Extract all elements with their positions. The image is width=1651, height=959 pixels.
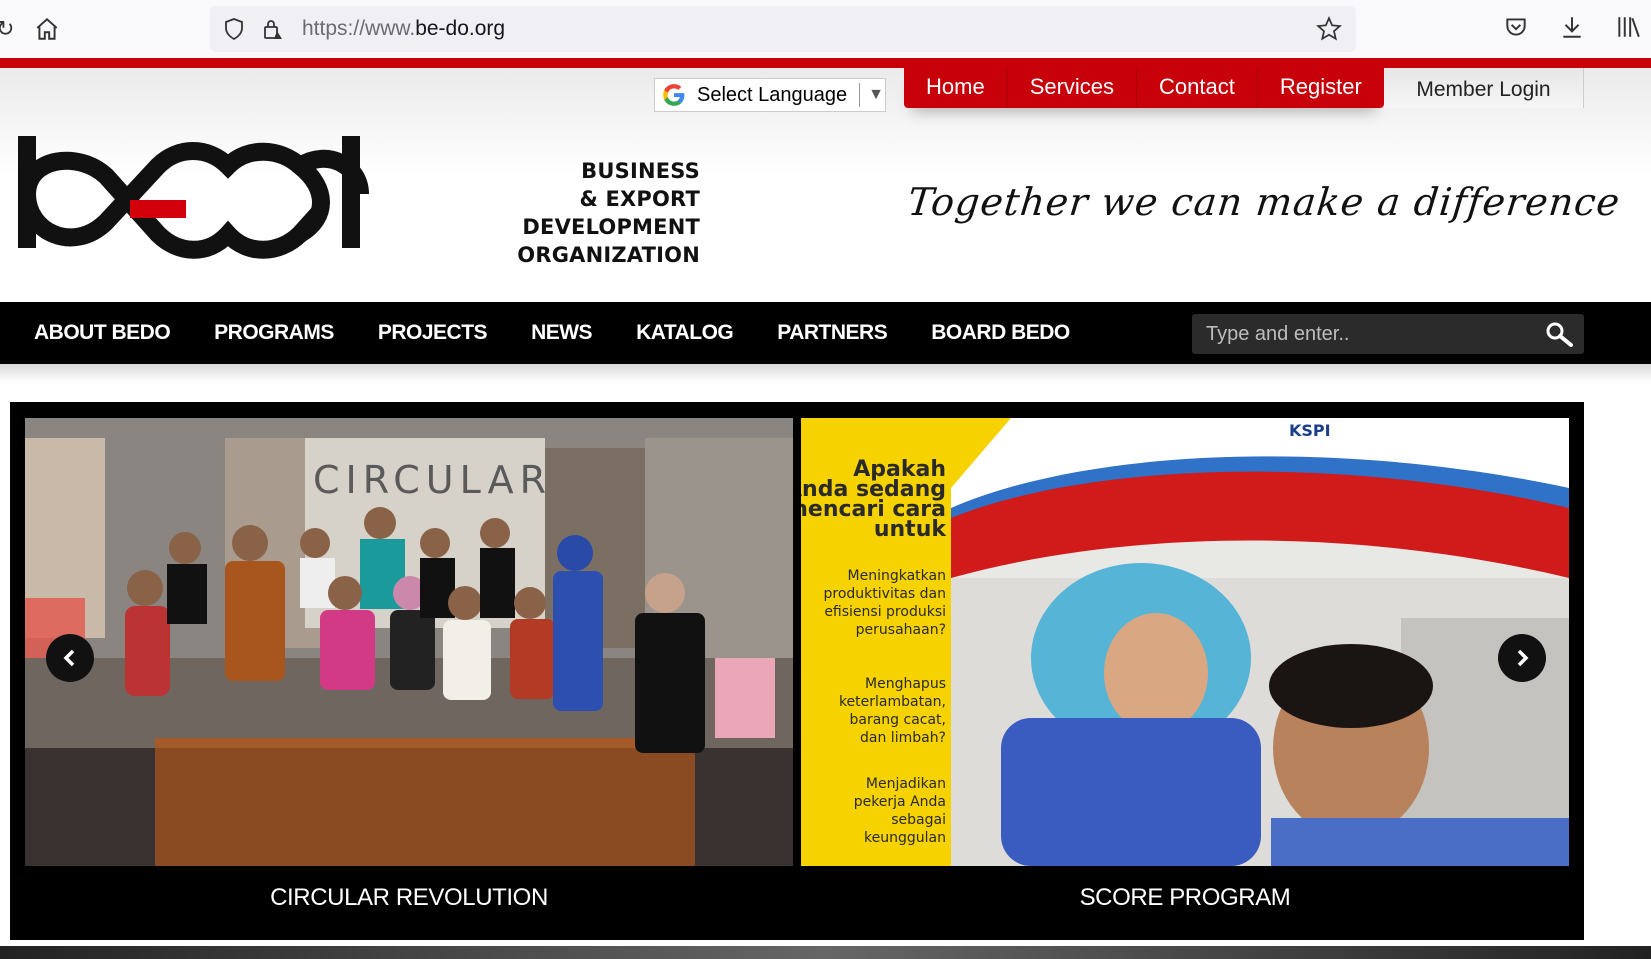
slide-score-program-image[interactable]: Apakah Anda sedang mencari cara untuk Me… — [801, 418, 1569, 866]
address-bar[interactable]: https://www.be-do.org — [210, 6, 1356, 52]
svg-text:efisiensi produksi: efisiensi produksi — [824, 604, 946, 620]
browser-toolbar: ↻ https://www.be-do.org — [0, 0, 1651, 58]
carousel-next-button[interactable] — [1498, 634, 1546, 682]
nav-programs[interactable]: PROGRAMS — [192, 321, 356, 345]
top-red-border — [0, 58, 1651, 68]
svg-text:untuk: untuk — [874, 517, 948, 542]
top-menu: Home Services Contact Register — [904, 68, 1384, 108]
nav-partners[interactable]: PARTNERS — [755, 321, 909, 345]
svg-text:Menjadikan: Menjadikan — [866, 776, 946, 792]
top-menu-home[interactable]: Home — [904, 68, 1008, 108]
org-name-line: DEVELOPMENT — [522, 215, 700, 239]
main-navbar: ABOUT BEDO PROGRAMS PROJECTS NEWS KATALO… — [0, 302, 1651, 364]
search-box — [1192, 314, 1584, 354]
site-header: Select Language ▼ Home Services Contact … — [0, 68, 1651, 302]
svg-text:Menghapus: Menghapus — [865, 676, 946, 692]
bottom-strip — [0, 946, 1651, 959]
language-select[interactable]: Select Language ▼ — [654, 78, 886, 112]
bedo-logo[interactable] — [18, 136, 370, 266]
slider-carousel: CIRCULAR REVOLUTION — [10, 402, 1584, 940]
bookmark-star-icon[interactable] — [1316, 16, 1342, 42]
org-name: BUSINESS & EXPORT DEVELOPMENT ORGANIZATI… — [500, 157, 700, 269]
slide-caption[interactable]: SCORE PROGRAM — [801, 884, 1569, 912]
svg-text:perusahaan?: perusahaan? — [856, 622, 946, 638]
shield-icon[interactable] — [222, 17, 246, 41]
slide-caption[interactable]: CIRCULAR REVOLUTION — [25, 884, 793, 912]
top-menu-services[interactable]: Services — [1008, 68, 1138, 108]
carousel-prev-button[interactable] — [46, 634, 94, 682]
url-protocol: https://www. — [302, 17, 416, 40]
top-menu-register[interactable]: Register — [1258, 68, 1384, 108]
dropdown-arrow-icon[interactable]: ▼ — [868, 86, 884, 104]
svg-text:dan limbah?: dan limbah? — [860, 730, 946, 746]
reload-icon[interactable]: ↻ — [0, 16, 14, 42]
svg-text:barang cacat,: barang cacat, — [849, 712, 946, 728]
library-icon[interactable] — [1615, 14, 1641, 40]
svg-text:sebagai: sebagai — [891, 812, 946, 828]
home-icon[interactable] — [34, 16, 60, 42]
nav-shadow — [0, 364, 1651, 382]
svg-text:keterlambatan,: keterlambatan, — [839, 694, 946, 710]
svg-text:Meningkatkan: Meningkatkan — [848, 568, 946, 584]
chevron-left-icon — [63, 649, 75, 667]
chevron-right-icon — [1517, 649, 1529, 667]
page-right-margin — [1584, 382, 1651, 942]
tagline: Together we can make a difference — [905, 180, 1623, 224]
svg-text:produktivitas dan: produktivitas dan — [824, 586, 946, 602]
url-text[interactable]: https://www.be-do.org — [302, 17, 505, 41]
language-select-label: Select Language — [697, 83, 848, 106]
org-name-line: BUSINESS — [581, 159, 700, 183]
nav-board-bedo[interactable]: BOARD BEDO — [909, 321, 1092, 345]
top-menu-contact[interactable]: Contact — [1137, 68, 1258, 108]
select-divider — [859, 83, 861, 107]
svg-text:keunggulan: keunggulan — [864, 830, 946, 846]
slide-circular-revolution-image[interactable]: CIRCULAR REVOLUTION — [25, 418, 793, 866]
svg-text:pekerja Anda: pekerja Anda — [854, 794, 946, 810]
nav-news[interactable]: NEWS — [509, 321, 614, 345]
search-icon[interactable] — [1544, 321, 1574, 347]
pocket-icon[interactable] — [1503, 14, 1529, 40]
org-name-line: & EXPORT — [579, 187, 700, 211]
kspi-logo-text: KSPI — [1289, 421, 1331, 440]
lock-icon[interactable] — [260, 17, 284, 41]
download-icon[interactable] — [1559, 14, 1585, 40]
org-name-line: ORGANIZATION — [517, 243, 700, 267]
nav-katalog[interactable]: KATALOG — [614, 321, 755, 345]
nav-projects[interactable]: PROJECTS — [356, 321, 509, 345]
member-login-link[interactable]: Member Login — [1384, 68, 1584, 108]
nav-about-bedo[interactable]: ABOUT BEDO — [12, 321, 192, 345]
search-input[interactable] — [1192, 314, 1532, 354]
url-domain: be-do.org — [415, 17, 506, 40]
google-g-icon — [659, 80, 689, 110]
